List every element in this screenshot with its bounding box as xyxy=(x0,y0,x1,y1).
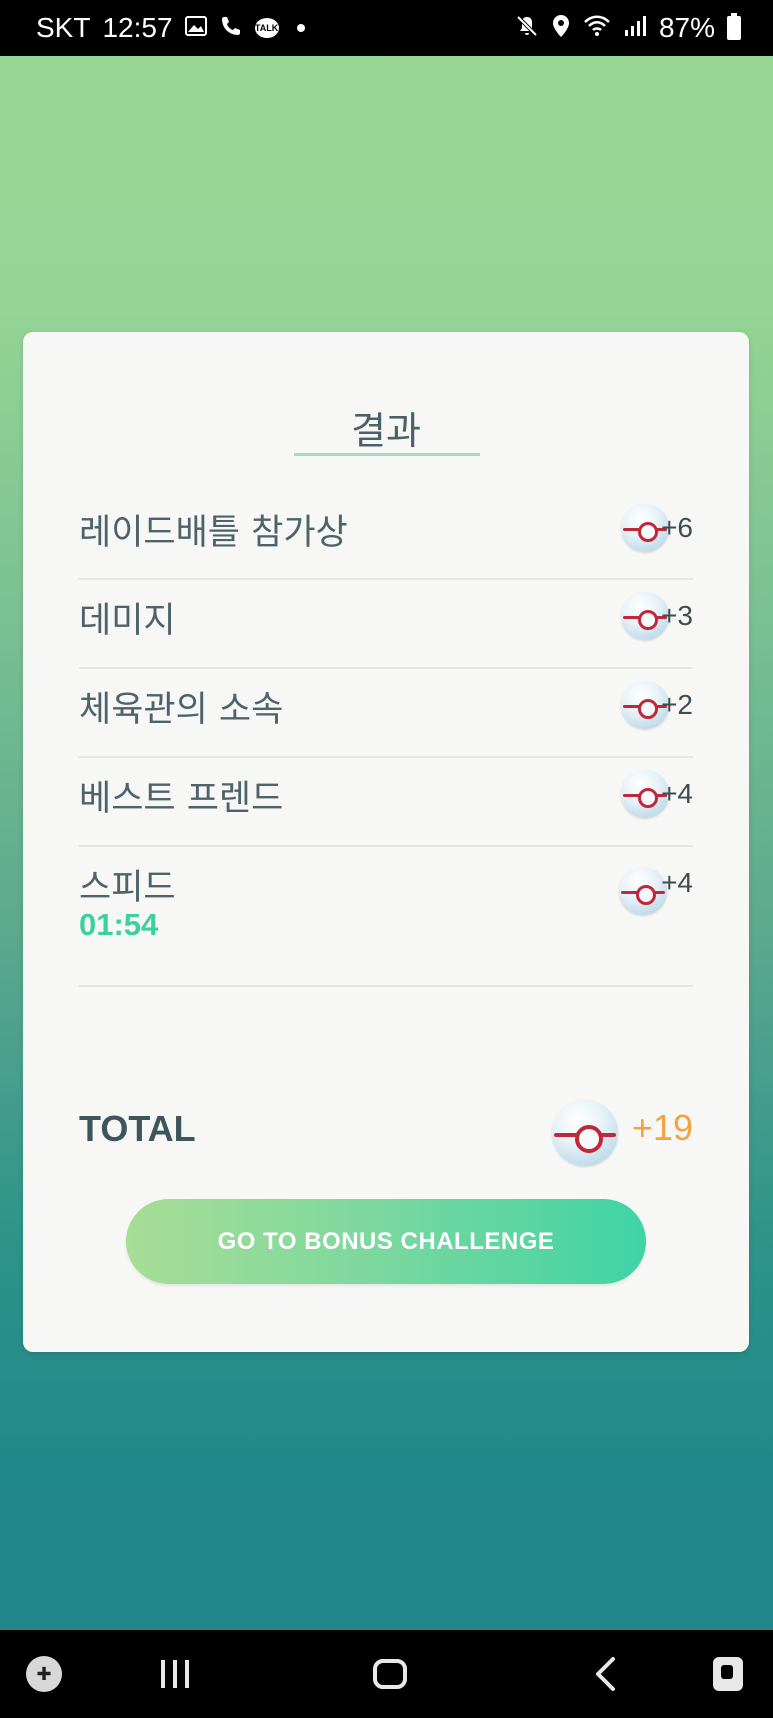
go-to-bonus-challenge-button[interactable]: GO TO BONUS CHALLENGE xyxy=(126,1199,646,1284)
row-label: 스피드 xyxy=(79,868,176,908)
row-value: +2 xyxy=(661,689,693,720)
row-value: +6 xyxy=(661,512,693,543)
total-value: +19 xyxy=(631,1107,693,1148)
result-row-raid-participation: 레이드배틀 참가상 +6 xyxy=(79,490,693,580)
total-label: TOTAL xyxy=(79,1108,196,1149)
result-row-damage: 데미지 +3 xyxy=(79,580,693,669)
row-value: +4 xyxy=(661,778,693,809)
game-launcher-icon[interactable]: ✚ xyxy=(22,1630,66,1718)
row-label: 체육관의 소속 xyxy=(79,690,284,730)
call-icon xyxy=(219,14,243,42)
premier-ball-icon xyxy=(552,1100,618,1166)
location-icon xyxy=(551,14,571,42)
assistant-icon[interactable] xyxy=(708,1630,748,1718)
row-label: 데미지 xyxy=(79,601,176,641)
mute-icon xyxy=(515,14,539,42)
status-bar-left: SKT 12:57 TALK xyxy=(36,12,305,44)
talk-icon: TALK xyxy=(254,18,279,38)
result-row-speed: 스피드 01:54 +4 xyxy=(79,847,693,987)
row-value: +4 xyxy=(661,867,693,898)
image-icon xyxy=(184,16,207,40)
row-label: 레이드배틀 참가상 xyxy=(79,513,348,553)
results-card: 결과 레이드배틀 참가상 +6 데미지 +3 체육관의 소속 +2 베스트 프렌… xyxy=(23,332,749,1352)
result-row-gym-team: 체육관의 소속 +2 xyxy=(79,669,693,758)
status-bar-right: 87% xyxy=(515,12,741,44)
premier-ball-icon xyxy=(619,867,667,915)
result-row-best-friend: 베스트 프렌드 +4 xyxy=(79,758,693,847)
title-underline xyxy=(294,453,480,456)
recent-apps-icon[interactable] xyxy=(155,1630,195,1718)
battery-percent: 87% xyxy=(658,12,715,43)
dot-icon xyxy=(296,24,305,32)
row-label: 베스트 프렌드 xyxy=(79,779,284,819)
back-icon[interactable] xyxy=(590,1630,620,1718)
results-title: 결과 xyxy=(351,409,421,453)
row-value: +3 xyxy=(661,600,693,631)
wifi-icon xyxy=(583,14,611,42)
clock: 12:57 xyxy=(102,12,173,43)
status-bar: SKT 12:57 TALK 87% xyxy=(0,0,773,56)
carrier-label: SKT xyxy=(36,12,91,43)
speed-time: 01:54 xyxy=(79,907,159,942)
home-icon[interactable] xyxy=(368,1630,412,1718)
signal-icon xyxy=(623,14,647,42)
navigation-bar: ✚ xyxy=(0,1630,773,1718)
battery-icon xyxy=(727,13,741,40)
